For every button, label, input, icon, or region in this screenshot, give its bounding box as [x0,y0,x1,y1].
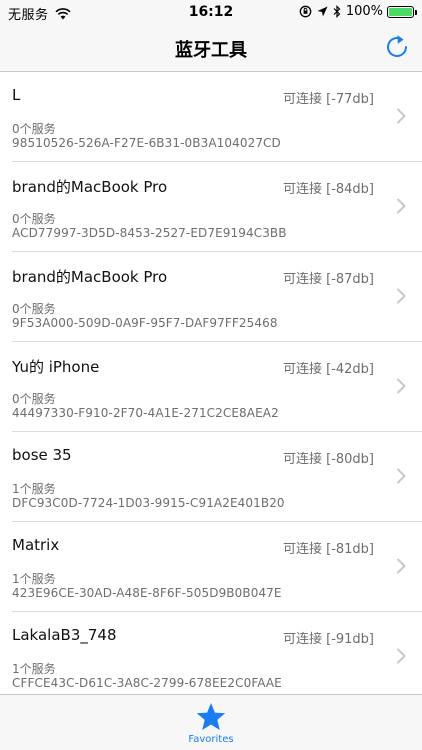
device-row[interactable]: Matrix 可连接 [-81db] 1个服务 423E96CE-30AD-A4… [0,522,422,612]
chevron-right-icon [397,198,406,214]
device-status: 可连接 [-87db] [282,272,374,287]
chevron-right-icon [397,468,406,484]
device-service-count: 0个服务 [12,122,56,136]
chevron-right-icon [397,108,406,124]
device-uuid: 44497330-F910-2F70-4A1E-271C2CE8AEA2 [12,406,279,420]
device-uuid: ACD77997-3D5D-8453-2527-ED7E9194C3BB [12,226,287,240]
device-name: Matrix [12,536,60,554]
bluetooth-icon [333,5,341,18]
refresh-icon [387,35,407,57]
star-icon [196,703,226,730]
chevron-right-icon [397,378,406,394]
device-status: 可连接 [-42db] [282,362,374,377]
battery-cap [415,9,417,15]
device-row[interactable]: L 可连接 [-77db] 0个服务 98510526-526A-F27E-6B… [0,72,422,162]
device-row[interactable]: bose 35 可连接 [-80db] 1个服务 DFC93C0D-7724-1… [0,432,422,522]
device-name: brand的MacBook Pro [12,268,168,286]
status-right: 100% [299,4,417,19]
device-status: 可连接 [-84db] [282,182,374,197]
battery-percent: 100% [345,4,383,19]
device-service-count: 0个服务 [12,302,56,316]
device-service-count: 0个服务 [12,212,56,226]
chevron-right-icon [397,288,406,304]
device-name: bose 35 [12,446,72,464]
device-service-count: 0个服务 [12,392,56,406]
refresh-button[interactable] [382,32,412,62]
tab-favorites-label: Favorites [188,734,234,745]
device-row[interactable]: brand的MacBook Pro 可连接 [-84db] 0个服务 ACD77… [0,162,422,252]
location-icon [317,6,328,17]
chevron-right-icon [397,558,406,574]
device-status: 可连接 [-91db] [282,632,374,647]
device-service-count: 1个服务 [12,572,56,586]
chevron-right-icon [397,648,406,664]
device-service-count: 1个服务 [12,662,56,676]
battery-fill [389,7,412,16]
device-status: 可连接 [-81db] [282,542,374,557]
device-row[interactable]: LakalaB3_748 可连接 [-91db] 1个服务 CFFCE43C-D… [0,612,422,694]
battery-icon [387,5,417,18]
device-uuid: 98510526-526A-F27E-6B31-0B3A104027CD [12,136,281,150]
status-bar: 无服务 16:12 100% [0,0,422,24]
device-name: L [12,86,21,104]
tab-bar: Favorites [0,694,422,750]
device-service-count: 1个服务 [12,482,56,496]
device-status: 可连接 [-77db] [282,92,374,107]
navigation-bar: 蓝牙工具 [0,24,422,72]
page-title: 蓝牙工具 [175,40,247,61]
device-name: brand的MacBook Pro [12,178,168,196]
orientation-lock-icon [299,5,312,18]
device-uuid: DFC93C0D-7724-1D03-9915-C91A2E401B20 [12,496,285,510]
device-status: 可连接 [-80db] [282,452,374,467]
device-uuid: 423E96CE-30AD-A48E-8F6F-505D9B0B047E [12,586,282,600]
device-row[interactable]: brand的MacBook Pro 可连接 [-87db] 0个服务 9F53A… [0,252,422,342]
device-uuid: CFFCE43C-D61C-3A8C-2799-678EE2C0FAAE [12,676,282,690]
device-row[interactable]: Yu的 iPhone 可连接 [-42db] 0个服务 44497330-F91… [0,342,422,432]
device-name: LakalaB3_748 [12,626,117,644]
device-list[interactable]: L 可连接 [-77db] 0个服务 98510526-526A-F27E-6B… [0,72,422,694]
device-name: Yu的 iPhone [12,358,100,376]
tab-favorites[interactable]: Favorites [171,699,251,749]
device-uuid: 9F53A000-509D-0A9F-95F7-DAF97FF25468 [12,316,278,330]
